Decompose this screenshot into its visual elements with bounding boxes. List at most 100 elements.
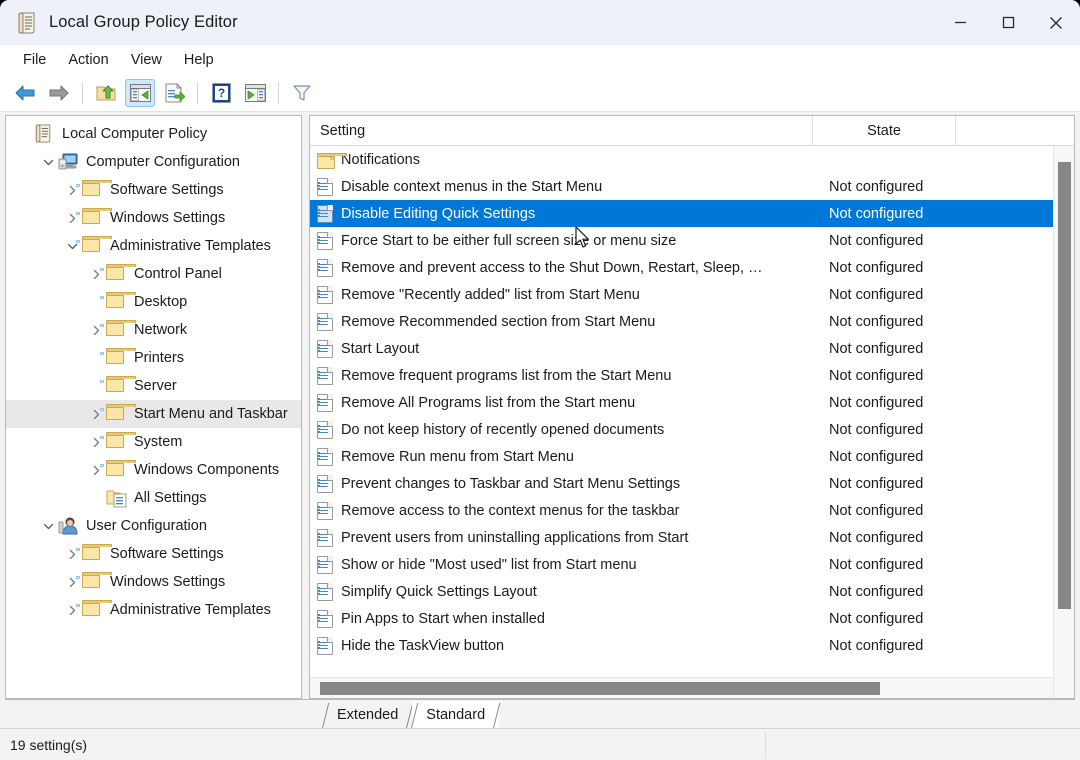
chevron-down-icon[interactable]	[62, 232, 82, 260]
table-row[interactable]: Start LayoutNot configured	[310, 335, 1074, 362]
tree-node-control-panel[interactable]: Control Panel	[6, 260, 301, 288]
tree-node-windows-settings[interactable]: Windows Settings	[6, 568, 301, 596]
tree-node-local-computer-policy[interactable]: Local Computer Policy	[6, 120, 301, 148]
table-row[interactable]: Remove Run menu from Start MenuNot confi…	[310, 443, 1074, 470]
tree-node-computer-configuration[interactable]: Computer Configuration	[6, 148, 301, 176]
tree-node-network[interactable]: Network	[6, 316, 301, 344]
column-header-setting[interactable]: Setting	[310, 116, 813, 145]
chevron-right-icon[interactable]	[62, 568, 82, 596]
computer-icon	[58, 152, 80, 172]
tree-node-label: Desktop	[134, 294, 195, 310]
table-row[interactable]: Remove frequent programs list from the S…	[310, 362, 1074, 389]
table-row[interactable]: Prevent users from uninstalling applicat…	[310, 524, 1074, 551]
setting-name: Prevent users from uninstalling applicat…	[341, 530, 821, 546]
table-row[interactable]: Simplify Quick Settings LayoutNot config…	[310, 578, 1074, 605]
tab-extended[interactable]: Extended	[323, 701, 412, 728]
up-one-level-button[interactable]	[91, 79, 121, 107]
setting-state: Not configured	[821, 287, 971, 303]
menu-file[interactable]: File	[12, 49, 57, 71]
tree-node-label: Windows Settings	[110, 210, 233, 226]
back-button[interactable]	[10, 79, 40, 107]
show-hide-action-pane-button[interactable]	[240, 79, 270, 107]
table-row[interactable]: Show or hide "Most used" list from Start…	[310, 551, 1074, 578]
table-row[interactable]: Prevent changes to Taskbar and Start Men…	[310, 470, 1074, 497]
chevron-down-icon[interactable]	[38, 512, 58, 540]
tab-edge-left	[322, 703, 329, 729]
tree-node-system[interactable]: System	[6, 428, 301, 456]
forward-button[interactable]	[44, 79, 74, 107]
setting-name: Remove and prevent access to the Shut Do…	[341, 260, 821, 276]
twisty-spacer	[86, 484, 106, 512]
toolbar-separator	[197, 82, 198, 104]
horizontal-scrollbar[interactable]	[310, 677, 1053, 698]
chevron-down-icon[interactable]	[38, 148, 58, 176]
tab-standard[interactable]: Standard	[412, 701, 499, 728]
chevron-right-icon[interactable]	[62, 540, 82, 568]
tree-node-all-settings[interactable]: All Settings	[6, 484, 301, 512]
folder-icon	[82, 236, 104, 256]
policy-setting-icon	[317, 637, 341, 655]
tree-node-start-menu-and-taskbar[interactable]: Start Menu and Taskbar	[6, 400, 301, 428]
funnel-filter-icon[interactable]	[287, 79, 317, 107]
table-row[interactable]: Remove and prevent access to the Shut Do…	[310, 254, 1074, 281]
tree-node-administrative-templates[interactable]: Administrative Templates	[6, 232, 301, 260]
setting-name: Hide the TaskView button	[341, 638, 821, 654]
help-button[interactable]: ?	[206, 79, 236, 107]
table-row[interactable]: Remove access to the context menus for t…	[310, 497, 1074, 524]
chevron-right-icon[interactable]	[86, 456, 106, 484]
setting-state: Not configured	[821, 314, 971, 330]
minimize-button[interactable]	[936, 0, 984, 45]
tree-node-label: Administrative Templates	[110, 238, 279, 254]
tree-node-label: Software Settings	[110, 182, 232, 198]
table-row[interactable]: Remove All Programs list from the Start …	[310, 389, 1074, 416]
horizontal-scrollbar-thumb[interactable]	[320, 682, 880, 695]
tree-node-printers[interactable]: Printers	[6, 344, 301, 372]
setting-name: Start Layout	[341, 341, 821, 357]
pane-splitter[interactable]	[302, 115, 309, 699]
maximize-button[interactable]	[984, 0, 1032, 45]
table-row[interactable]: Remove Recommended section from Start Me…	[310, 308, 1074, 335]
policy-setting-icon	[317, 610, 341, 628]
tree-node-administrative-templates[interactable]: Administrative Templates	[6, 596, 301, 624]
table-row[interactable]: Do not keep history of recently opened d…	[310, 416, 1074, 443]
folder-icon	[106, 292, 128, 312]
tree-node-software-settings[interactable]: Software Settings	[6, 540, 301, 568]
vertical-scrollbar[interactable]	[1053, 146, 1074, 698]
column-header-state[interactable]: State	[813, 116, 956, 145]
tree-node-windows-components[interactable]: Windows Components	[6, 456, 301, 484]
tree-node-server[interactable]: Server	[6, 372, 301, 400]
chevron-right-icon[interactable]	[86, 260, 106, 288]
setting-state: Not configured	[821, 638, 971, 654]
menu-help[interactable]: Help	[173, 49, 225, 71]
menu-action[interactable]: Action	[57, 49, 119, 71]
tree-node-user-configuration[interactable]: User Configuration	[6, 512, 301, 540]
menu-view[interactable]: View	[120, 49, 173, 71]
console-tree-pane[interactable]: Local Computer PolicyComputer Configurat…	[5, 115, 302, 699]
chevron-right-icon[interactable]	[62, 176, 82, 204]
table-row[interactable]: Pin Apps to Start when installedNot conf…	[310, 605, 1074, 632]
title-bar[interactable]: Local Group Policy Editor	[0, 0, 1080, 45]
setting-state: Not configured	[821, 611, 971, 627]
tab-edge-left	[411, 703, 418, 729]
chevron-right-icon[interactable]	[86, 428, 106, 456]
tree-node-desktop[interactable]: Desktop	[6, 288, 301, 316]
table-row[interactable]: Hide the TaskView buttonNot configured	[310, 632, 1074, 659]
table-row[interactable]: Disable Editing Quick SettingsNot config…	[310, 200, 1074, 227]
tree-node-label: Control Panel	[134, 266, 230, 282]
tree-node-software-settings[interactable]: Software Settings	[6, 176, 301, 204]
close-button[interactable]	[1032, 0, 1080, 45]
chevron-right-icon[interactable]	[62, 204, 82, 232]
window-title: Local Group Policy Editor	[49, 13, 238, 32]
chevron-right-icon[interactable]	[86, 316, 106, 344]
tree-node-windows-settings[interactable]: Windows Settings	[6, 204, 301, 232]
table-row[interactable]: Notifications	[310, 146, 1074, 173]
chevron-right-icon[interactable]	[86, 400, 106, 428]
table-row[interactable]: Remove "Recently added" list from Start …	[310, 281, 1074, 308]
tree-node-label: Administrative Templates	[110, 602, 279, 618]
table-row[interactable]: Force Start to be either full screen siz…	[310, 227, 1074, 254]
export-list-button[interactable]	[159, 79, 189, 107]
table-row[interactable]: Disable context menus in the Start MenuN…	[310, 173, 1074, 200]
vertical-scrollbar-thumb[interactable]	[1058, 162, 1071, 609]
chevron-right-icon[interactable]	[62, 596, 82, 624]
show-hide-console-tree-button[interactable]	[125, 79, 155, 107]
